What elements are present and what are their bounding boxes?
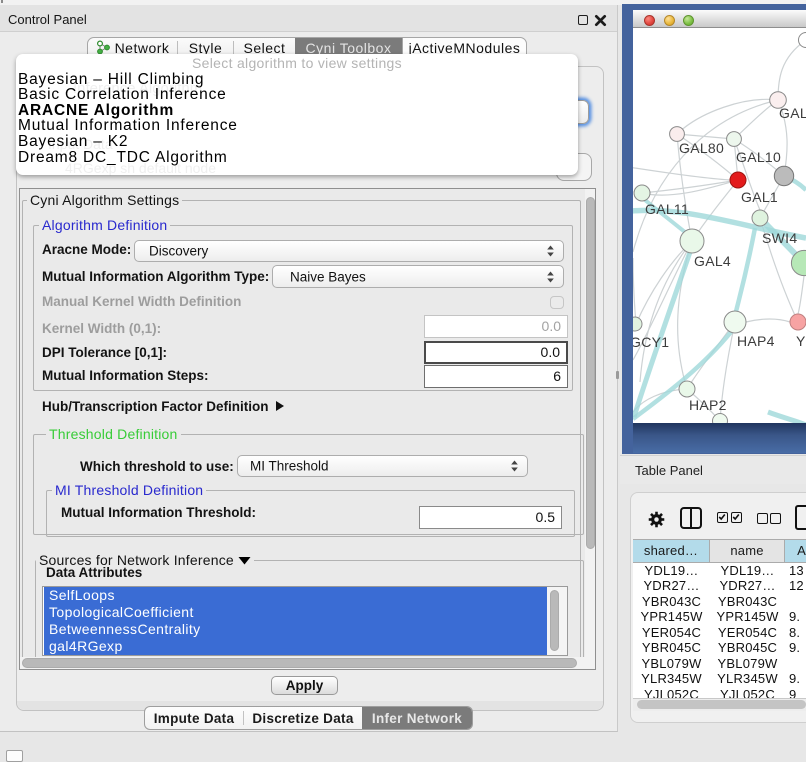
svg-text:Y: Y bbox=[796, 333, 806, 349]
svg-text:SWI4: SWI4 bbox=[762, 230, 797, 246]
svg-text:GAL4: GAL4 bbox=[694, 253, 731, 269]
svg-text:GAL: GAL bbox=[779, 105, 806, 121]
svg-text:GCY1: GCY1 bbox=[633, 334, 669, 350]
svg-text:HAP2: HAP2 bbox=[689, 397, 727, 413]
svg-text:GAL10: GAL10 bbox=[736, 149, 781, 165]
svg-text:GAL11: GAL11 bbox=[645, 201, 689, 217]
svg-text:GAL1: GAL1 bbox=[741, 189, 778, 205]
svg-text:GAL80: GAL80 bbox=[679, 140, 724, 156]
svg-text:HAP4: HAP4 bbox=[737, 333, 775, 349]
